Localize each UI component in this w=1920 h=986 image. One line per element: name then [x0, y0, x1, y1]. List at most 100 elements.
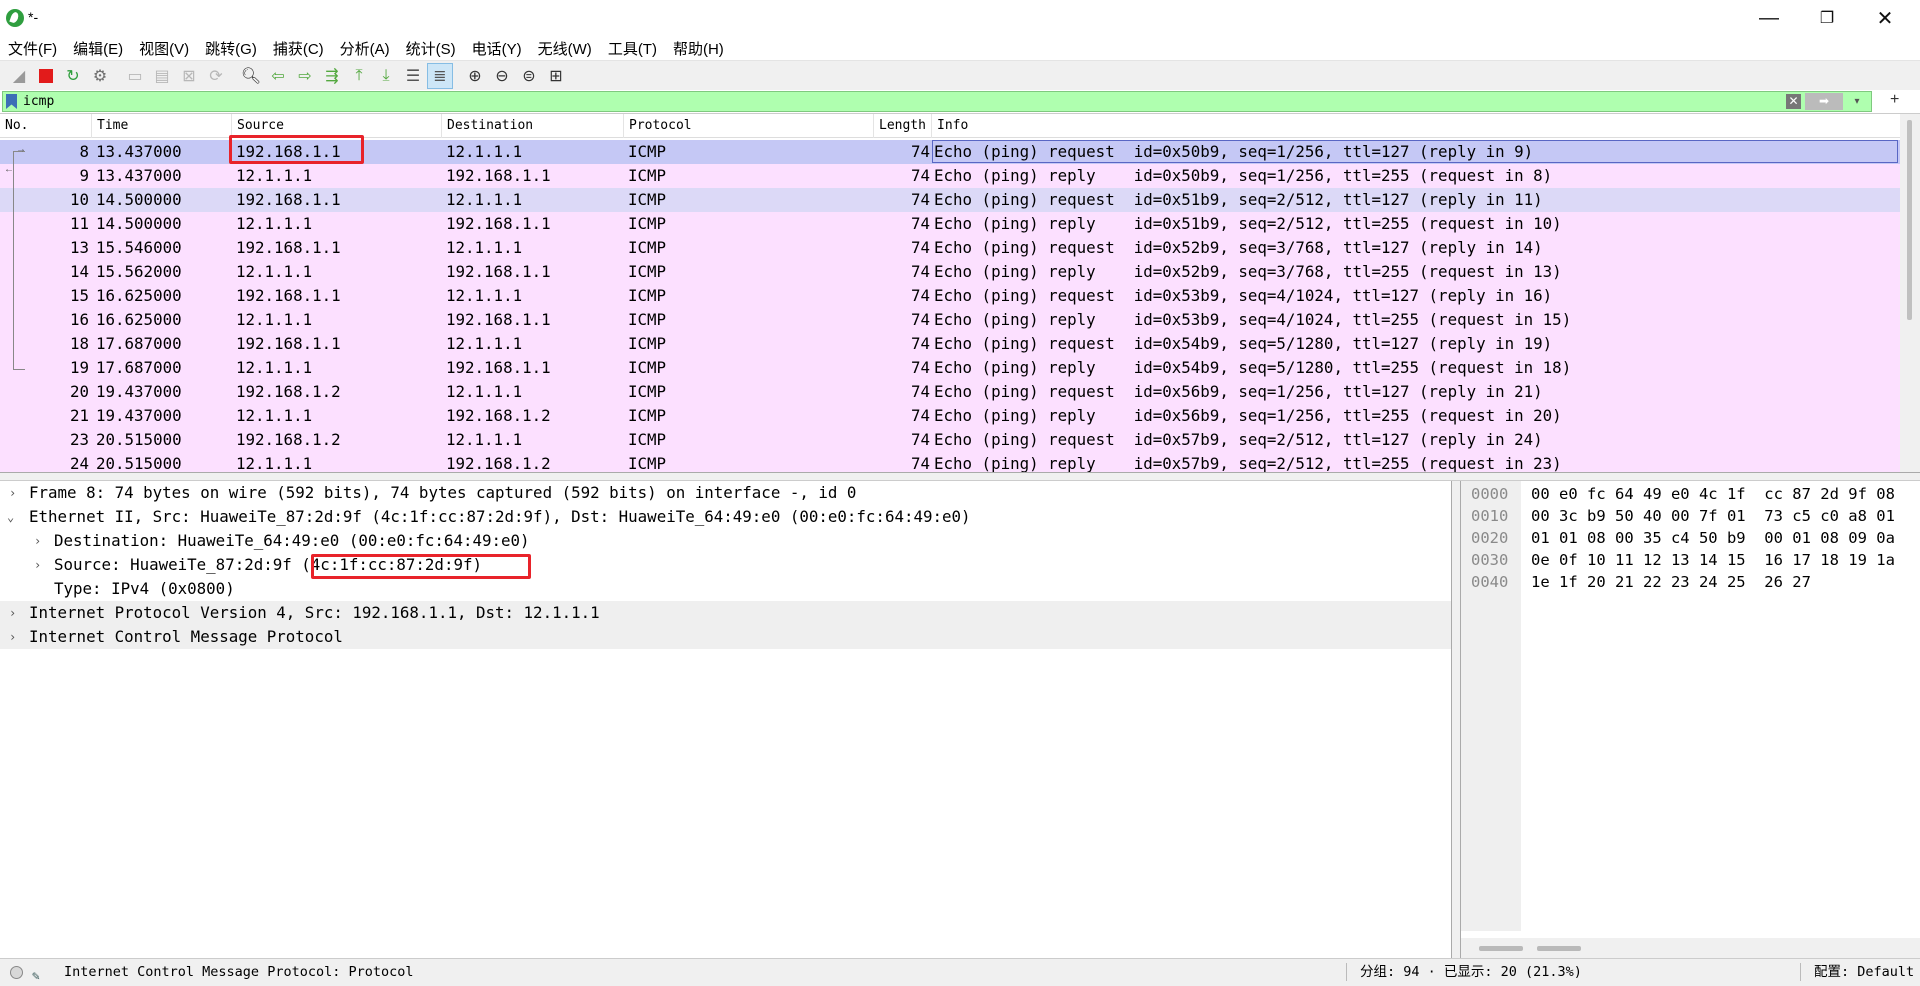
- packet-row[interactable]: 19 17.687000 12.1.1.1 192.168.1.1 ICMP 74 Echo…: [0, 356, 1900, 380]
- save-file-icon[interactable]: ▤: [149, 63, 175, 89]
- packet-source-cell: 12.1.1.1: [236, 214, 313, 233]
- go-back-icon[interactable]: ⇦: [265, 63, 291, 89]
- packet-row[interactable]: 20 19.437000 192.168.1.2 12.1.1.1 ICMP 74 Echo…: [0, 380, 1900, 404]
- bytes-scrollbar[interactable]: [1461, 938, 1920, 958]
- packet-protocol-cell: ICMP: [628, 286, 667, 305]
- chevron-down-icon[interactable]: ▾: [1849, 93, 1865, 110]
- packet-details[interactable]: › Frame 8: 74 bytes on wire (592 bits), …: [0, 481, 1452, 958]
- go-forward-icon[interactable]: ⇨: [292, 63, 318, 89]
- add-filter-button-icon[interactable]: +: [1890, 91, 1899, 109]
- menu-wireless[interactable]: 无线(W): [538, 38, 600, 59]
- menu-file[interactable]: 文件(F): [8, 38, 65, 59]
- zoom-normal-icon[interactable]: ⊜: [516, 63, 542, 89]
- capture-options-icon[interactable]: ⚙: [87, 63, 113, 89]
- chevron-down-icon[interactable]: ⌄: [7, 505, 19, 529]
- open-file-icon[interactable]: ▭: [122, 63, 148, 89]
- tree-item-ethernet[interactable]: ⌄ Ethernet II, Src: HuaweiTe_87:2d:9f (4…: [0, 505, 1451, 529]
- tree-item-eth-source[interactable]: › Source: HuaweiTe_87:2d:9f (4c:1f:cc:87…: [0, 553, 1451, 577]
- pane-splitter-vertical[interactable]: [1452, 481, 1460, 958]
- display-filter-field[interactable]: ✕ ➡ ▾: [2, 91, 1872, 112]
- byte-hex-row[interactable]: 1e 1f 20 21 22 23 24 25 26 27: [1531, 571, 1811, 593]
- tree-item-eth-destination[interactable]: › Destination: HuaweiTe_64:49:e0 (00:e0:…: [0, 529, 1451, 553]
- minimize-button[interactable]: —: [1740, 0, 1798, 36]
- column-header-no[interactable]: No.: [0, 114, 92, 138]
- apply-filter-icon[interactable]: ➡: [1805, 93, 1843, 110]
- menu-analyze[interactable]: 分析(A): [340, 38, 398, 59]
- byte-hex-row[interactable]: 0e 0f 10 11 12 13 14 15 16 17 18 19 1a: [1531, 549, 1895, 571]
- colorize-icon[interactable]: ≣: [427, 62, 453, 89]
- scrollbar-thumb[interactable]: [1479, 946, 1523, 951]
- go-last-icon[interactable]: ⤓: [373, 63, 399, 89]
- column-header-protocol[interactable]: Protocol: [624, 114, 874, 138]
- menu-tools[interactable]: 工具(T): [608, 38, 665, 59]
- packet-row[interactable]: 16 16.625000 12.1.1.1 192.168.1.1 ICMP 74 Echo…: [0, 308, 1900, 332]
- reply-arrow-icon: ←: [4, 164, 14, 175]
- column-header-info[interactable]: Info: [932, 114, 1900, 138]
- scrollbar-thumb[interactable]: [1537, 946, 1581, 951]
- packet-row[interactable]: 24 20.515000 12.1.1.1 192.168.1.2 ICMP 74 Echo…: [0, 452, 1900, 472]
- packet-row[interactable]: 11 14.500000 12.1.1.1 192.168.1.1 ICMP 74 Echo…: [0, 212, 1900, 236]
- menu-statistics[interactable]: 统计(S): [406, 38, 464, 59]
- autoscroll-icon[interactable]: ☰: [400, 63, 426, 89]
- column-header-source[interactable]: Source: [232, 114, 442, 138]
- close-button[interactable]: ✕: [1856, 0, 1914, 36]
- packet-protocol-cell: ICMP: [628, 334, 667, 353]
- display-filter-input[interactable]: [23, 92, 1803, 111]
- chevron-right-icon[interactable]: ›: [9, 481, 21, 505]
- maximize-button[interactable]: ❐: [1798, 0, 1856, 36]
- resize-columns-icon[interactable]: ⊞: [543, 63, 569, 89]
- packet-row[interactable]: 21 19.437000 12.1.1.1 192.168.1.2 ICMP 74 Echo…: [0, 404, 1900, 428]
- packet-row[interactable]: 15 16.625000 192.168.1.1 12.1.1.1 ICMP 74 Echo…: [0, 284, 1900, 308]
- column-header-destination[interactable]: Destination: [442, 114, 624, 138]
- packet-row[interactable]: 10 14.500000 192.168.1.1 12.1.1.1 ICMP 74 Echo…: [0, 188, 1900, 212]
- pane-splitter[interactable]: [0, 473, 1920, 481]
- close-file-icon[interactable]: ⊠: [176, 63, 202, 89]
- chevron-right-icon[interactable]: ›: [9, 601, 21, 625]
- menu-help[interactable]: 帮助(H): [673, 38, 732, 59]
- find-packet-icon[interactable]: 🔍︎: [238, 63, 264, 89]
- expert-info-led-icon[interactable]: [10, 966, 23, 979]
- shark-start-icon[interactable]: ◢: [6, 63, 32, 89]
- menu-capture[interactable]: 捕获(C): [273, 38, 332, 59]
- reload-file-icon[interactable]: ⟳: [203, 63, 229, 89]
- clear-filter-icon[interactable]: ✕: [1786, 94, 1801, 109]
- go-first-icon[interactable]: ⤒: [346, 63, 372, 89]
- profile-label[interactable]: 配置: Default: [1814, 959, 1914, 985]
- chevron-right-icon[interactable]: ›: [9, 625, 21, 649]
- tree-item-eth-type[interactable]: Type: IPv4 (0x0800): [0, 577, 1451, 601]
- tree-item-frame[interactable]: › Frame 8: 74 bytes on wire (592 bits), …: [0, 481, 1451, 505]
- chevron-right-icon[interactable]: ›: [34, 529, 46, 553]
- packet-row[interactable]: 14 15.562000 12.1.1.1 192.168.1.1 ICMP 74 Echo…: [0, 260, 1900, 284]
- packet-time-cell: 13.437000: [96, 166, 182, 185]
- packet-list[interactable]: No. Time Source Destination Protocol Len…: [0, 113, 1920, 473]
- zoom-in-icon[interactable]: ⊕: [462, 63, 488, 89]
- packet-protocol-cell: ICMP: [628, 382, 667, 401]
- packet-list-scrollbar[interactable]: [1900, 114, 1920, 472]
- menu-telephony[interactable]: 电话(Y): [472, 38, 530, 59]
- packet-row[interactable]: 18 17.687000 192.168.1.1 12.1.1.1 ICMP 74 Echo…: [0, 332, 1900, 356]
- scrollbar-thumb[interactable]: [1907, 120, 1912, 320]
- packet-time-cell: 17.687000: [96, 358, 182, 377]
- packet-row[interactable]: 13 15.546000 192.168.1.1 12.1.1.1 ICMP 74 Echo…: [0, 236, 1900, 260]
- tree-item-ip[interactable]: › Internet Protocol Version 4, Src: 192.…: [0, 601, 1451, 625]
- chevron-right-icon[interactable]: ›: [34, 553, 46, 577]
- tree-item-icmp[interactable]: › Internet Control Message Protocol: [0, 625, 1451, 649]
- packet-row[interactable]: 23 20.515000 192.168.1.2 12.1.1.1 ICMP 74 Echo…: [0, 428, 1900, 452]
- column-header-time[interactable]: Time: [92, 114, 232, 138]
- bookmark-icon[interactable]: [6, 94, 17, 109]
- column-header-length[interactable]: Length: [874, 114, 932, 138]
- menu-view[interactable]: 视图(V): [139, 38, 197, 59]
- byte-hex-row[interactable]: 01 01 08 00 35 c4 50 b9 00 01 08 09 0a: [1531, 527, 1895, 549]
- byte-hex-row[interactable]: 00 3c b9 50 40 00 7f 01 73 c5 c0 a8 01: [1531, 505, 1895, 527]
- packet-row[interactable]: 9 13.437000 12.1.1.1 192.168.1.1 ICMP 74 Echo …: [0, 164, 1900, 188]
- stop-capture-icon[interactable]: [33, 63, 59, 89]
- byte-hex-row[interactable]: 00 e0 fc 64 49 e0 4c 1f cc 87 2d 9f 08: [1531, 483, 1895, 505]
- packet-row[interactable]: 8 13.437000 192.168.1.1 12.1.1.1 ICMP 74 Echo …: [0, 140, 1900, 164]
- go-to-packet-icon[interactable]: ⇶: [319, 63, 345, 89]
- packet-bytes[interactable]: 0000 00 e0 fc 64 49 e0 4c 1f cc 87 2d 9f …: [1460, 481, 1920, 958]
- restart-capture-icon[interactable]: ↻: [60, 63, 86, 89]
- menu-go[interactable]: 跳转(G): [205, 38, 265, 59]
- zoom-out-icon[interactable]: ⊖: [489, 63, 515, 89]
- menu-edit[interactable]: 编辑(E): [73, 38, 131, 59]
- edit-comment-icon[interactable]: ✎: [32, 964, 40, 986]
